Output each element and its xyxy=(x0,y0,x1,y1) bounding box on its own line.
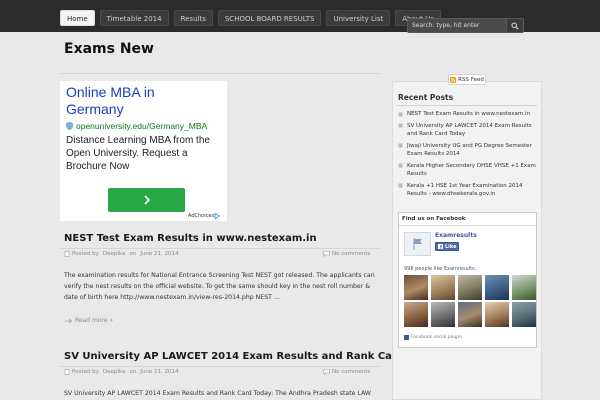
nav-item-home[interactable]: Home xyxy=(60,10,95,26)
avatar[interactable] xyxy=(458,275,482,300)
post-date: June 21, 2014 xyxy=(140,369,179,375)
list-item[interactable]: Kerala +1 HSE 1st Year Examination 2014 … xyxy=(398,182,538,199)
comment-icon xyxy=(323,369,330,375)
read-more-link[interactable]: Read more » xyxy=(64,317,113,324)
recent-post-link[interactable]: Jiwaji University UG and PG Degree Semes… xyxy=(407,142,538,159)
facebook-like-count: 998 people like Examresults. xyxy=(404,266,476,272)
meta-on: on xyxy=(129,369,137,375)
recent-post-link[interactable]: Kerala +1 HSE 1st Year Examination 2014 … xyxy=(407,182,538,199)
search-icon xyxy=(511,21,519,30)
avatar[interactable] xyxy=(431,302,455,327)
ad-headline[interactable]: Online MBA in Germany xyxy=(66,84,216,118)
facebook-social-plugin: Facebook social plugin xyxy=(404,335,462,340)
comment-icon xyxy=(323,251,330,257)
recent-post-link[interactable]: Kerala Higher Secondary DHSE VHSE +1 Exa… xyxy=(407,162,538,179)
avatar[interactable] xyxy=(431,275,455,300)
nav-item-school-board-results[interactable]: SCHOOL BOARD RESULTS xyxy=(217,10,322,26)
facebook-f-icon xyxy=(438,244,443,249)
recent-post-link[interactable]: SV University AP LAWCET 2014 Exam Result… xyxy=(407,122,538,139)
adchoices-link[interactable]: AdChoices xyxy=(188,213,221,219)
avatar[interactable] xyxy=(404,275,428,300)
main-nav: Home Timetable 2014 Results SCHOOL BOARD… xyxy=(60,10,446,26)
adchoices-icon xyxy=(214,213,221,219)
rss-icon xyxy=(450,76,457,83)
bullet-icon xyxy=(398,183,403,188)
facebook-like-button[interactable]: Like xyxy=(435,242,459,251)
post-title-link[interactable]: NEST Test Exam Results in www.nestexam.i… xyxy=(64,233,317,244)
adchoices-label: AdChoices xyxy=(188,213,215,219)
facebook-widget-title: Find us on Facebook xyxy=(399,213,536,226)
post-divider xyxy=(60,366,380,367)
avatar[interactable] xyxy=(512,275,536,300)
nav-item-results[interactable]: Results xyxy=(173,10,213,26)
read-more-label: Read more » xyxy=(75,317,114,324)
comments-label: No comments xyxy=(332,251,371,257)
avatar[interactable] xyxy=(485,275,509,300)
search-box xyxy=(407,18,524,33)
avatar[interactable] xyxy=(458,302,482,327)
advertisement[interactable]: Online MBA in Germany openuniversity.edu… xyxy=(60,81,227,221)
flag-icon xyxy=(413,238,422,250)
chevron-right-icon xyxy=(143,195,150,205)
like-label: Like xyxy=(445,243,457,250)
post-title-link[interactable]: SV University AP LAWCET 2014 Exam Result… xyxy=(64,351,440,362)
avatar[interactable] xyxy=(404,302,428,327)
arrow-right-icon xyxy=(64,318,73,323)
document-icon xyxy=(64,369,70,375)
facebook-widget: Find us on Facebook Examresults Like 998… xyxy=(398,212,537,348)
post-date: June 21, 2014 xyxy=(140,251,179,257)
meta-prefix: Posted by xyxy=(72,251,99,257)
post-divider xyxy=(60,248,380,249)
post-meta: Posted by Deepika on June 21, 2014 xyxy=(64,251,178,257)
avatar[interactable] xyxy=(485,302,509,327)
ad-description: Distance Learning MBA from the Open Univ… xyxy=(66,135,210,172)
facebook-logo-icon xyxy=(404,335,409,340)
facebook-faces-grid xyxy=(404,275,536,327)
recent-posts-title: Recent Posts xyxy=(398,93,454,102)
shield-icon xyxy=(66,122,73,130)
post-comments-link[interactable]: No comments xyxy=(323,369,370,375)
facebook-page-name[interactable]: Examresults xyxy=(435,232,477,239)
nav-item-timetable[interactable]: Timetable 2014 xyxy=(99,10,169,26)
facebook-page-logo[interactable] xyxy=(404,232,431,256)
like-count-text: 998 people like xyxy=(404,266,443,272)
post-comments-link[interactable]: No comments xyxy=(323,251,370,257)
bullet-icon xyxy=(398,163,403,168)
header-divider xyxy=(60,73,380,74)
ad-url-row: openuniversity.edu/Germany_MBA xyxy=(66,121,207,131)
search-input[interactable] xyxy=(408,19,506,32)
site-title[interactable]: Exams New xyxy=(64,41,154,57)
bullet-icon xyxy=(398,143,403,148)
meta-prefix: Posted by xyxy=(72,369,99,375)
search-button[interactable] xyxy=(506,19,523,32)
avatar[interactable] xyxy=(512,302,536,327)
rss-label: RSS Feed xyxy=(458,76,484,83)
bullet-icon xyxy=(398,123,403,128)
recent-post-link[interactable]: NEST Test Exam Results in www.nestexam.i… xyxy=(407,110,530,119)
post-meta: Posted by Deepika on June 21, 2014 xyxy=(64,369,178,375)
bullet-icon xyxy=(398,112,403,117)
nav-item-university-list[interactable]: University List xyxy=(326,10,391,26)
list-item[interactable]: SV University AP LAWCET 2014 Exam Result… xyxy=(398,122,538,139)
ad-url[interactable]: openuniversity.edu/Germany_MBA xyxy=(76,121,207,131)
widget-divider xyxy=(397,105,537,106)
post-author-link[interactable]: Deepika xyxy=(103,369,125,375)
rss-feed-button[interactable]: RSS Feed xyxy=(448,74,486,85)
list-item[interactable]: Jiwaji University UG and PG Degree Semes… xyxy=(398,142,538,159)
list-item[interactable]: NEST Test Exam Results in www.nestexam.i… xyxy=(398,110,538,119)
like-count-page-link[interactable]: Examresults. xyxy=(444,266,476,272)
post-excerpt: SV University AP LAWCET 2014 Exam Result… xyxy=(64,390,371,397)
plugin-label: Facebook social plugin xyxy=(411,335,462,340)
recent-posts-list: NEST Test Exam Results in www.nestexam.i… xyxy=(398,110,538,202)
list-item[interactable]: Kerala Higher Secondary DHSE VHSE +1 Exa… xyxy=(398,162,538,179)
document-icon xyxy=(64,251,70,257)
post-author-link[interactable]: Deepika xyxy=(103,251,125,257)
ad-open-button[interactable] xyxy=(108,188,185,212)
comments-label: No comments xyxy=(332,369,371,375)
post-excerpt: The examination results for National Ent… xyxy=(64,272,375,301)
meta-on: on xyxy=(129,251,137,257)
